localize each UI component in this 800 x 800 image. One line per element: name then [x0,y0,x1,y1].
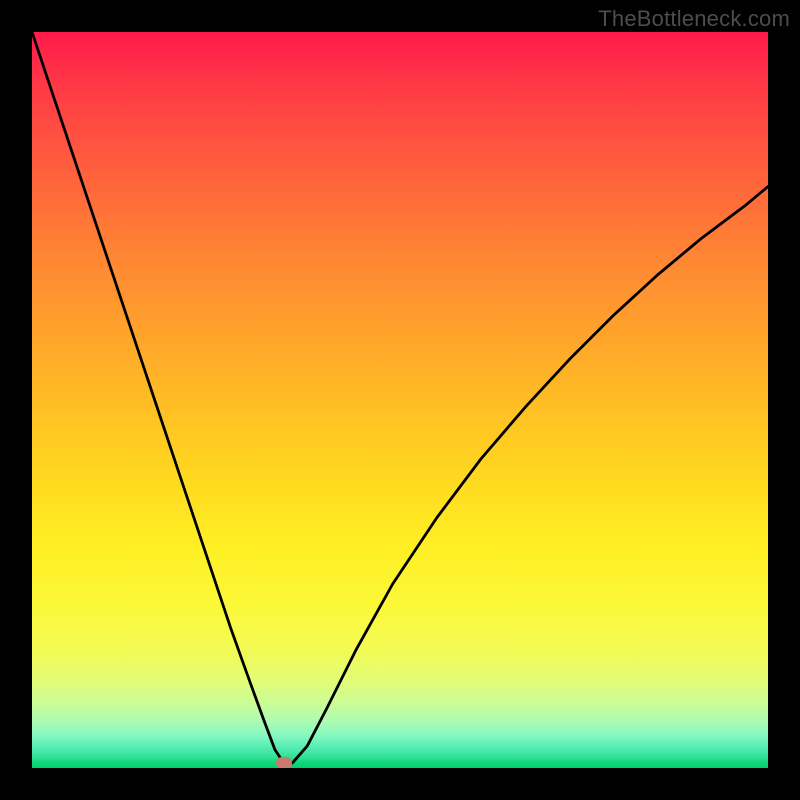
curve-svg [32,32,768,768]
root: TheBottleneck.com [0,0,800,800]
bottleneck-curve [32,32,768,763]
bottleneck-marker [276,757,292,768]
watermark-text: TheBottleneck.com [598,6,790,32]
plot-area [32,32,768,768]
